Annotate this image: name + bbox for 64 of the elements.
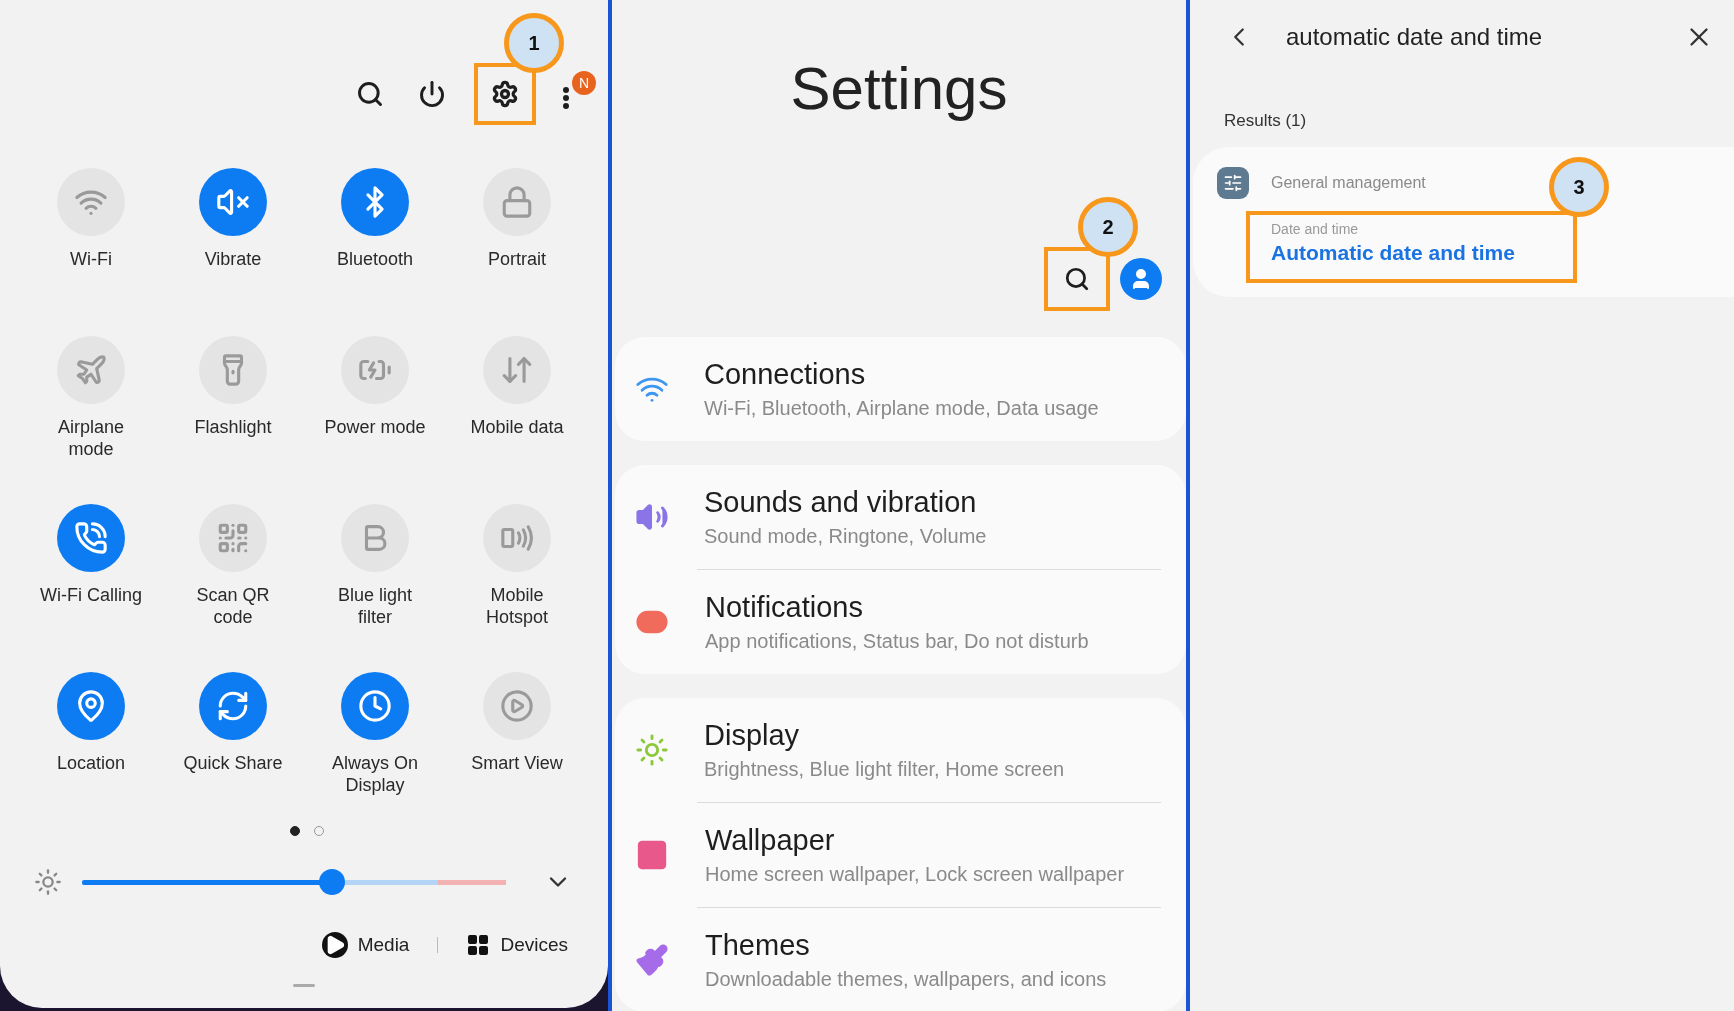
play-icon	[500, 689, 534, 723]
toggle-label: Mobile data	[469, 416, 565, 438]
airplane-icon	[74, 353, 108, 387]
page-dot[interactable]	[290, 826, 300, 836]
item-title: Connections	[704, 358, 867, 391]
sun-icon	[635, 733, 669, 767]
search-result[interactable]: Date and time Automatic date and time	[1246, 211, 1577, 283]
notification-badge: N	[572, 71, 596, 95]
toggle-label: Portrait	[487, 248, 547, 270]
toggle-label: Location	[55, 752, 127, 774]
item-title: Themes	[705, 929, 811, 962]
qr-code-icon	[216, 521, 250, 555]
toggle-label: Quick Share	[182, 752, 284, 774]
toggle-label: Bluetooth	[335, 248, 415, 270]
brightness-icon	[34, 868, 62, 896]
lock-icon	[500, 185, 534, 219]
sliders-icon	[1217, 167, 1249, 199]
settings-item[interactable]: Wallpaper Home screen wallpaper, Lock screen wallpaper	[697, 802, 1161, 907]
phone-icon	[74, 521, 108, 555]
item-subtitle: Sound mode, Ringtone, Volume	[704, 525, 987, 548]
play-icon	[321, 932, 348, 958]
item-title: Notifications	[705, 591, 864, 624]
drag-handle[interactable]	[293, 984, 315, 987]
more-icon	[562, 86, 570, 110]
account-avatar[interactable]	[1120, 258, 1162, 300]
toggle-label: Mobile Hotspot	[484, 584, 549, 628]
item-subtitle: App notifications, Status bar, Do not disturb	[705, 630, 1089, 653]
item-subtitle: Downloadable themes, wallpapers, and icons	[705, 968, 1107, 991]
settings-icon[interactable]	[490, 79, 520, 109]
item-subtitle: Wi-Fi, Bluetooth, Airplane mode, Data usage	[704, 397, 1099, 420]
step-marker: 1	[504, 13, 564, 73]
settings-item[interactable]: Themes Downloadable themes, wallpapers, and icons	[697, 907, 1161, 1011]
search-query[interactable]: automatic date and time	[1286, 23, 1684, 51]
paintbrush-icon	[635, 943, 669, 977]
toggle-label: Smart View	[470, 752, 564, 774]
media-button[interactable]: Media	[321, 932, 410, 958]
settings-item[interactable]: Display Brightness, Blue light filter, Home screen	[615, 698, 1186, 802]
toggle-label: Power mode	[323, 416, 427, 438]
item-title: Wallpaper	[705, 824, 836, 857]
slider-thumb[interactable]	[319, 869, 346, 895]
toggle-label: Scan QR code	[195, 584, 271, 628]
item-title: Sounds and vibration	[704, 486, 978, 519]
toggle-label: Airplane mode	[56, 416, 125, 460]
result-category: General management	[1271, 174, 1426, 192]
step-marker: 3	[1549, 157, 1609, 217]
toggle-label: Blue light filter	[336, 584, 414, 628]
item-subtitle: Home screen wallpaper, Lock screen wallpaper	[705, 863, 1125, 886]
toggle-label: Flashlight	[193, 416, 273, 438]
clock-icon	[358, 689, 392, 723]
settings-item[interactable]: Connections Wi-Fi, Bluetooth, Airplane mode, Data usage	[615, 337, 1186, 441]
item-title: Display	[704, 719, 801, 752]
page-title: Settings	[789, 54, 1009, 124]
step-marker: 2	[1078, 197, 1138, 257]
devices-button[interactable]: Devices	[466, 933, 568, 957]
toggle-label: Vibrate	[203, 248, 263, 270]
item-subtitle: Brightness, Blue light filter, Home screen	[704, 758, 1065, 781]
settings-item[interactable]: Notifications App notifications, Status bar, Do not disturb	[697, 569, 1161, 674]
results-count: Results (1)	[1224, 111, 1308, 131]
toggle-label: Wi-Fi	[69, 248, 113, 270]
settings-item[interactable]: Sounds and vibration Sound mode, Ringtone, Volume	[615, 465, 1186, 569]
sync-arrows-icon	[216, 689, 250, 723]
toggle-label: Wi-Fi Calling	[39, 584, 143, 606]
grid-icon	[466, 933, 491, 957]
toggle-label: Always On Display	[331, 752, 419, 796]
